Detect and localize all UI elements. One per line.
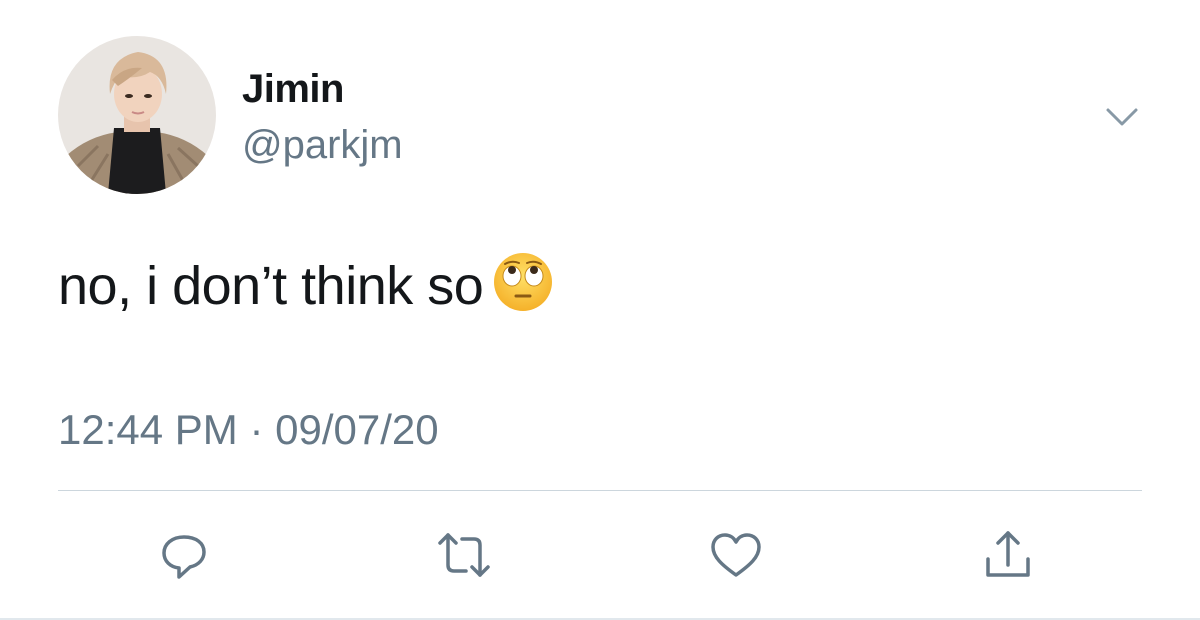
share-button[interactable] (978, 525, 1038, 585)
divider (58, 490, 1142, 491)
chevron-down-icon (1106, 108, 1138, 126)
rolling-eyes-emoji-icon (493, 252, 553, 312)
like-button[interactable] (706, 525, 766, 585)
author-display-name[interactable]: Jimin (242, 66, 344, 112)
tweet-menu-button[interactable] (1100, 100, 1144, 134)
like-icon (711, 533, 761, 577)
tweet-text-content: no, i don’t think so (58, 256, 484, 316)
reply-button[interactable] (154, 525, 214, 585)
avatar[interactable] (58, 36, 216, 194)
reply-icon (162, 535, 206, 579)
retweet-button[interactable] (434, 525, 494, 585)
retweet-icon (438, 533, 490, 577)
tweet-text: no, i don’t think so (58, 252, 553, 318)
avatar-photo (58, 36, 216, 194)
tweet-timestamp[interactable]: 12:44 PM · 09/07/20 (58, 406, 439, 454)
share-icon (986, 531, 1030, 577)
author-handle[interactable]: @parkjm (242, 122, 403, 168)
